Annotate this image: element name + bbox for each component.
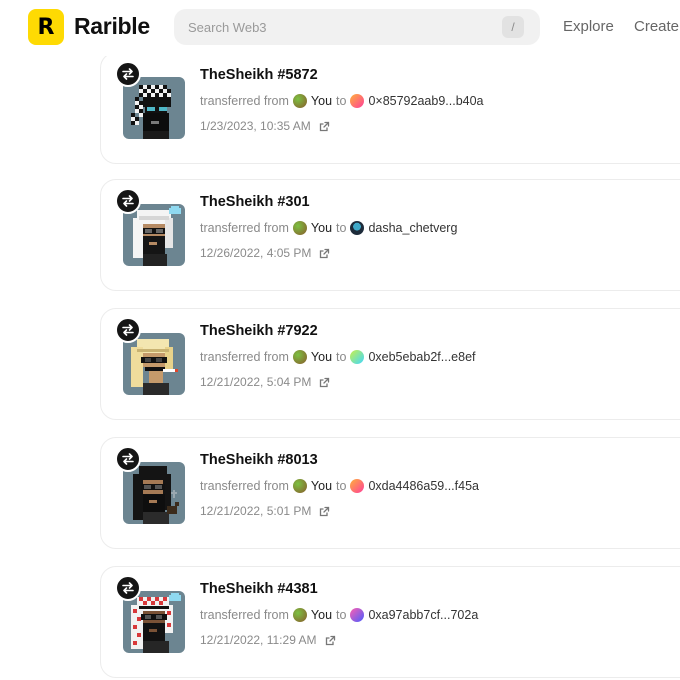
external-link-icon[interactable] [319, 248, 330, 259]
transfer-action: transferred from [200, 608, 289, 622]
recipient-address[interactable]: 0xeb5ebab2f...e8ef [368, 350, 475, 364]
transfer-date: 1/23/2023, 10:35 AM [200, 119, 330, 133]
nft-title[interactable]: TheSheikh #7922 [200, 323, 318, 339]
recipient-avatar[interactable] [350, 221, 365, 235]
transfer-date: 12/21/2022, 11:29 AM [200, 633, 336, 647]
recipient-address[interactable]: 0xda4486a59...f45a [368, 479, 479, 493]
external-link-icon[interactable] [319, 506, 330, 517]
transfer-icon [115, 188, 141, 214]
transfer-details: transferred from You to 0xeb5ebab2f...e8… [200, 348, 476, 366]
transfer-details: transferred from You to 0xda4486a59...f4… [200, 477, 479, 495]
date-text: 1/23/2023, 10:35 AM [200, 119, 311, 133]
recipient-avatar[interactable] [350, 608, 365, 622]
transfer-date: 12/26/2022, 4:05 PM [200, 246, 330, 260]
transfer-action: transferred from [200, 350, 289, 364]
sender-avatar[interactable] [292, 350, 307, 364]
transfer-details: transferred from You to 0×85792aab9...b4… [200, 92, 484, 110]
nft-title[interactable]: TheSheikh #5872 [200, 67, 318, 83]
transfer-details: transferred from You to dasha_chetverg [200, 219, 457, 237]
nav-create-link[interactable]: Create [634, 18, 679, 35]
transfer-date: 12/21/2022, 5:01 PM [200, 504, 330, 518]
transfer-action: transferred from [200, 221, 289, 235]
nav-explore-link[interactable]: Explore [563, 18, 614, 35]
transfer-icon [115, 61, 141, 87]
rarible-logo-icon[interactable]: R [28, 9, 64, 45]
transfer-details: transferred from You to 0xa97abb7cf...70… [200, 606, 478, 624]
transfer-icon [115, 575, 141, 601]
transfer-date: 12/21/2022, 5:04 PM [200, 375, 330, 389]
nft-thumbnail[interactable] [123, 333, 185, 395]
sender-avatar[interactable] [292, 608, 307, 622]
recipient-address[interactable]: 0xa97abb7cf...702a [368, 608, 478, 622]
recipient-avatar[interactable] [350, 350, 365, 364]
nft-thumbnail[interactable] [123, 462, 185, 524]
sender-name[interactable]: You [311, 350, 332, 364]
transfer-icon [115, 446, 141, 472]
nft-thumbnail[interactable] [123, 204, 185, 266]
activity-card[interactable]: TheSheikh #8013 transferred from You to … [100, 437, 680, 549]
sender-name[interactable]: You [311, 479, 332, 493]
activity-card[interactable]: TheSheikh #301 transferred from You to d… [100, 179, 680, 291]
sender-name[interactable]: You [311, 608, 332, 622]
sender-name[interactable]: You [311, 94, 332, 108]
external-link-icon[interactable] [325, 635, 336, 646]
search-shortcut-key: / [502, 16, 524, 38]
date-text: 12/21/2022, 11:29 AM [200, 633, 317, 647]
recipient-address[interactable]: 0×85792aab9...b40a [368, 94, 483, 108]
connector-text: to [336, 608, 347, 622]
nft-title[interactable]: TheSheikh #301 [200, 194, 310, 210]
search-input[interactable] [188, 9, 488, 45]
top-navigation-bar: R Rarible / Explore Create [0, 0, 680, 56]
transfer-action: transferred from [200, 94, 289, 108]
external-link-icon[interactable] [319, 377, 330, 388]
connector-text: to [336, 350, 347, 364]
recipient-avatar[interactable] [350, 479, 365, 493]
connector-text: to [336, 221, 347, 235]
sender-name[interactable]: You [311, 221, 332, 235]
date-text: 12/26/2022, 4:05 PM [200, 246, 312, 260]
nft-thumbnail[interactable] [123, 77, 185, 139]
connector-text: to [336, 94, 347, 108]
search-bar[interactable]: / [174, 9, 540, 45]
brand-name[interactable]: Rarible [74, 13, 150, 40]
activity-card[interactable]: TheSheikh #7922 transferred from You to … [100, 308, 680, 420]
sender-avatar[interactable] [292, 94, 307, 108]
connector-text: to [336, 479, 347, 493]
nft-thumbnail[interactable] [123, 591, 185, 653]
external-link-icon[interactable] [319, 121, 330, 132]
transfer-action: transferred from [200, 479, 289, 493]
date-text: 12/21/2022, 5:04 PM [200, 375, 312, 389]
sender-avatar[interactable] [292, 479, 307, 493]
date-text: 12/21/2022, 5:01 PM [200, 504, 312, 518]
activity-card[interactable]: TheSheikh #4381 transferred from You to … [100, 566, 680, 678]
nft-title[interactable]: TheSheikh #4381 [200, 581, 318, 597]
activity-card[interactable]: TheSheikh #5872 transferred from You to … [100, 52, 680, 164]
recipient-avatar[interactable] [350, 94, 365, 108]
transfer-icon [115, 317, 141, 343]
nft-title[interactable]: TheSheikh #8013 [200, 452, 318, 468]
sender-avatar[interactable] [292, 221, 307, 235]
recipient-username[interactable]: dasha_chetverg [368, 221, 457, 235]
